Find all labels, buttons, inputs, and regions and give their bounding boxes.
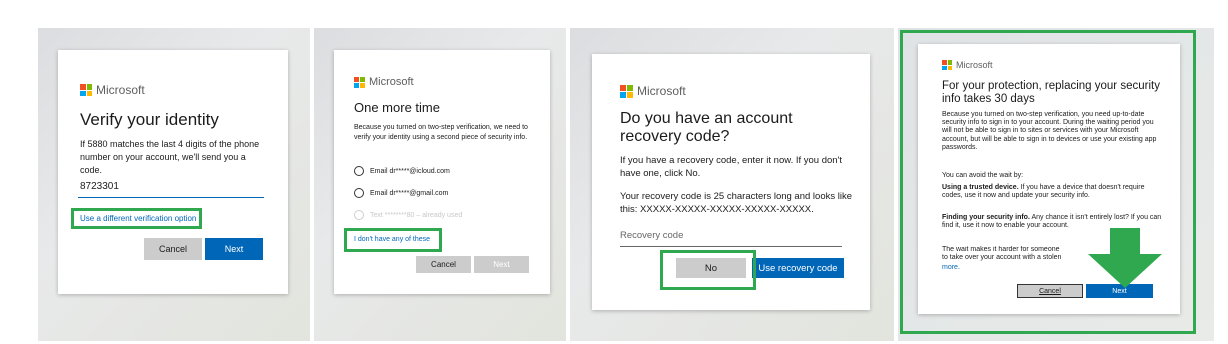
highlight-box bbox=[71, 208, 202, 229]
avoid-text: You can avoid the wait by: bbox=[942, 172, 1024, 179]
body-text-1: If you have a recovery code, enter it no… bbox=[620, 155, 843, 179]
trusted-device-text: Using a trusted device. If you have a de… bbox=[942, 184, 1162, 200]
page-title: For your protection, replacing your secu… bbox=[942, 80, 1160, 105]
radio-icon bbox=[354, 188, 364, 198]
panel-one-more-time: Microsoft One more time Because you turn… bbox=[314, 28, 566, 341]
arrow-down-icon bbox=[1088, 228, 1162, 288]
one-more-time-card: Microsoft One more time Because you turn… bbox=[334, 50, 550, 294]
recovery-code-input[interactable]: Recovery code bbox=[620, 230, 683, 241]
finding-info-heading: Finding your security info. bbox=[942, 214, 1030, 221]
panel-recovery-code: Microsoft Do you have an account recover… bbox=[570, 28, 894, 341]
option-icloud[interactable]: Email dr*****@icloud.com bbox=[354, 166, 450, 176]
code-input-underline bbox=[78, 197, 264, 198]
panel-verify-identity: Microsoft Verify your identity If 5880 m… bbox=[38, 28, 310, 341]
microsoft-logo-icon bbox=[80, 84, 92, 96]
highlight-box bbox=[344, 228, 442, 252]
next-button[interactable]: Next bbox=[205, 238, 263, 260]
trusted-device-heading: Using a trusted device. bbox=[942, 184, 1019, 191]
page-title: Do you have an account recovery code? bbox=[620, 110, 793, 145]
body-text: Because you turned on two-step verificat… bbox=[354, 124, 528, 141]
cancel-button[interactable]: Cancel bbox=[1017, 284, 1083, 298]
body-text-2: Your recovery code is 25 characters long… bbox=[620, 191, 852, 215]
more-link[interactable]: more. bbox=[942, 264, 960, 271]
microsoft-logo-icon bbox=[942, 60, 952, 70]
microsoft-brand: Microsoft bbox=[620, 84, 686, 98]
wait-text: The wait makes it harder for someone to … bbox=[942, 246, 1062, 262]
cancel-button[interactable]: Cancel bbox=[144, 238, 202, 260]
brand-name: Microsoft bbox=[637, 84, 686, 98]
panel-security-wait: Microsoft For your protection, replacing… bbox=[898, 28, 1214, 341]
brand-name: Microsoft bbox=[96, 83, 145, 97]
body-text: Because you turned on two-step verificat… bbox=[942, 111, 1157, 151]
recovery-input-underline bbox=[620, 246, 842, 247]
verify-card: Microsoft Verify your identity If 5880 m… bbox=[58, 50, 288, 294]
microsoft-brand: Microsoft bbox=[80, 83, 145, 97]
code-input[interactable]: 8723301 bbox=[80, 181, 119, 192]
body-text: If 5880 matches the last 4 digits of the… bbox=[80, 139, 260, 175]
page-title: One more time bbox=[354, 100, 440, 115]
option-label: Text ********80 – already used bbox=[370, 211, 463, 219]
microsoft-brand: Microsoft bbox=[354, 76, 414, 88]
microsoft-brand: Microsoft bbox=[942, 60, 993, 70]
microsoft-logo-icon bbox=[354, 76, 365, 88]
screenshot-strip: Microsoft Verify your identity If 5880 m… bbox=[38, 28, 1214, 341]
page-title: Verify your identity bbox=[80, 110, 219, 129]
option-label: Email dr*****@gmail.com bbox=[370, 189, 449, 197]
brand-name: Microsoft bbox=[956, 60, 993, 70]
highlight-box bbox=[660, 250, 756, 290]
use-recovery-code-button[interactable]: Use recovery code bbox=[752, 258, 844, 278]
brand-name: Microsoft bbox=[369, 76, 414, 88]
next-button[interactable]: Next bbox=[474, 256, 529, 273]
option-label: Email dr*****@icloud.com bbox=[370, 167, 450, 175]
option-text-used: Text ********80 – already used bbox=[354, 210, 462, 220]
option-gmail[interactable]: Email dr*****@gmail.com bbox=[354, 188, 448, 198]
radio-icon bbox=[354, 166, 364, 176]
radio-icon bbox=[354, 210, 364, 220]
cancel-button[interactable]: Cancel bbox=[416, 256, 471, 273]
microsoft-logo-icon bbox=[620, 84, 633, 98]
